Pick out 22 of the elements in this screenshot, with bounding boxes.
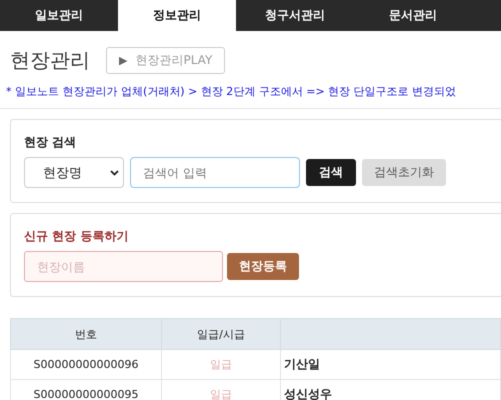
notice-text: * 일보노트 현장관리가 업체(거래처) > 현장 2단계 구조에서 => 현장 단일구조로 변경되었 — [0, 78, 501, 109]
search-button[interactable]: 검색 — [306, 159, 356, 186]
nav-tab[interactable]: 청구서관리 — [236, 0, 354, 31]
table-cell: S00000000000096 — [10, 350, 162, 380]
search-title: 현장 검색 — [24, 134, 78, 151]
column-header: 번호 — [10, 318, 162, 350]
nav-tab[interactable]: 정보관리 — [118, 0, 236, 31]
table-cell: 기산일 — [280, 350, 500, 380]
search-field[interactable]: 검색어 입력 — [130, 157, 300, 188]
chevron-down-icon — [110, 170, 119, 176]
register-button[interactable]: 현장등록 — [227, 253, 299, 280]
field-select[interactable]: 현장명 — [24, 157, 124, 188]
table-cell: 일급 — [162, 350, 280, 380]
nav-tab[interactable]: 일보관리 — [0, 0, 118, 31]
column-header: 일급/시급 — [162, 318, 280, 350]
nav-tab[interactable]: 문서관리 — [354, 0, 472, 31]
reset-button[interactable]: 검색초기화 — [362, 159, 446, 186]
register-title: 신규 현장 등록하기 — [24, 228, 130, 245]
play-button[interactable]: ▶ 현장관리PLAY — [106, 46, 226, 74]
table-cell: S00000000000095 — [10, 380, 162, 400]
page-title: 현장관리 — [10, 46, 90, 74]
site-name-field[interactable]: 현장이름 — [24, 251, 223, 282]
